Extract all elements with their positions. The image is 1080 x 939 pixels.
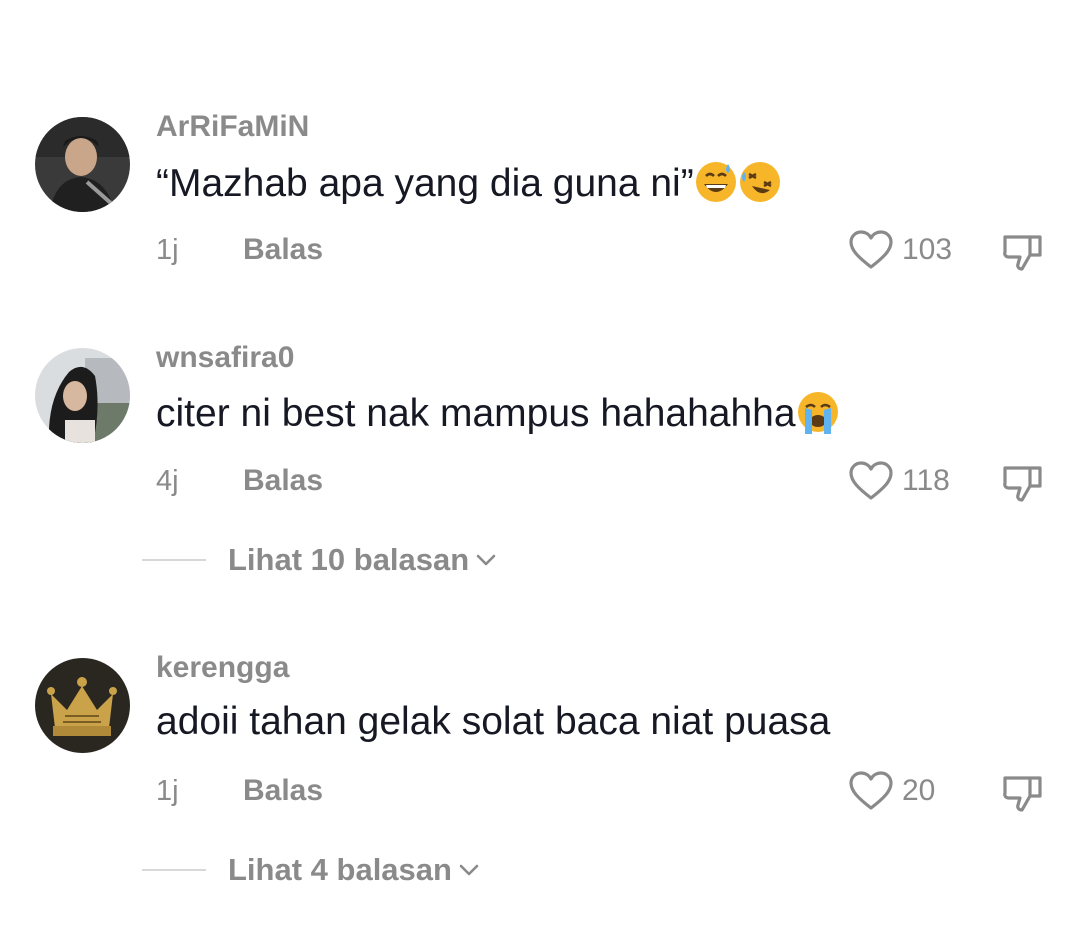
like-button[interactable]: 103 xyxy=(848,229,952,271)
reply-button[interactable]: Balas xyxy=(243,774,323,808)
view-replies-label: Lihat 4 balasan xyxy=(228,852,452,887)
comment-text: citer ni best nak mampus hahahahha xyxy=(156,390,840,436)
comment-time: 1j xyxy=(156,234,179,266)
heart-outline-icon xyxy=(848,460,894,502)
comment-text-content: “Mazhab apa yang dia guna ni” xyxy=(156,162,694,205)
like-count: 103 xyxy=(902,233,953,266)
avatar[interactable] xyxy=(35,348,130,443)
rolling-laughing-emoji xyxy=(738,160,782,204)
comment-text: adoii tahan gelak solat baca niat puasa xyxy=(156,700,830,744)
thumbs-down-outline-icon xyxy=(1000,772,1046,814)
like-count: 118 xyxy=(902,464,950,497)
like-button[interactable]: 118 xyxy=(848,460,950,502)
like-count: 20 xyxy=(902,774,936,807)
thumbs-down-outline-icon xyxy=(1000,231,1046,273)
dislike-button[interactable] xyxy=(1000,772,1046,814)
grinning-sweat-emoji xyxy=(694,160,738,204)
dislike-button[interactable] xyxy=(1000,462,1046,504)
comment-username[interactable]: wnsafira0 xyxy=(156,341,294,375)
comment-text: “Mazhab apa yang dia guna ni” xyxy=(156,160,782,206)
view-replies-button[interactable]: Lihat 10 balasan xyxy=(142,542,497,578)
comment-username[interactable]: ArRiFaMiN xyxy=(156,110,309,144)
reply-button[interactable]: Balas xyxy=(243,464,323,498)
chevron-down-icon xyxy=(458,863,480,877)
view-replies-label: Lihat 10 balasan xyxy=(228,542,470,577)
comment-text-content: citer ni best nak mampus hahahahha xyxy=(156,392,796,435)
reply-button[interactable]: Balas xyxy=(243,233,323,267)
view-replies-button[interactable]: Lihat 4 balasan xyxy=(142,852,480,888)
like-button[interactable]: 20 xyxy=(848,770,935,812)
view-replies-divider xyxy=(142,869,206,871)
comment-username[interactable]: kerengga xyxy=(156,651,289,685)
comment-text-content: adoii tahan gelak solat baca niat puasa xyxy=(156,700,831,743)
heart-outline-icon xyxy=(848,229,894,271)
loudly-crying-emoji xyxy=(796,390,840,434)
thumbs-down-outline-icon xyxy=(1000,462,1046,504)
dislike-button[interactable] xyxy=(1000,231,1046,273)
heart-outline-icon xyxy=(848,770,894,812)
avatar[interactable] xyxy=(35,117,130,212)
chevron-down-icon xyxy=(475,553,497,567)
comment-time: 1j xyxy=(156,775,179,807)
view-replies-divider xyxy=(142,559,206,561)
comment-time: 4j xyxy=(156,465,179,497)
avatar[interactable] xyxy=(35,658,130,753)
